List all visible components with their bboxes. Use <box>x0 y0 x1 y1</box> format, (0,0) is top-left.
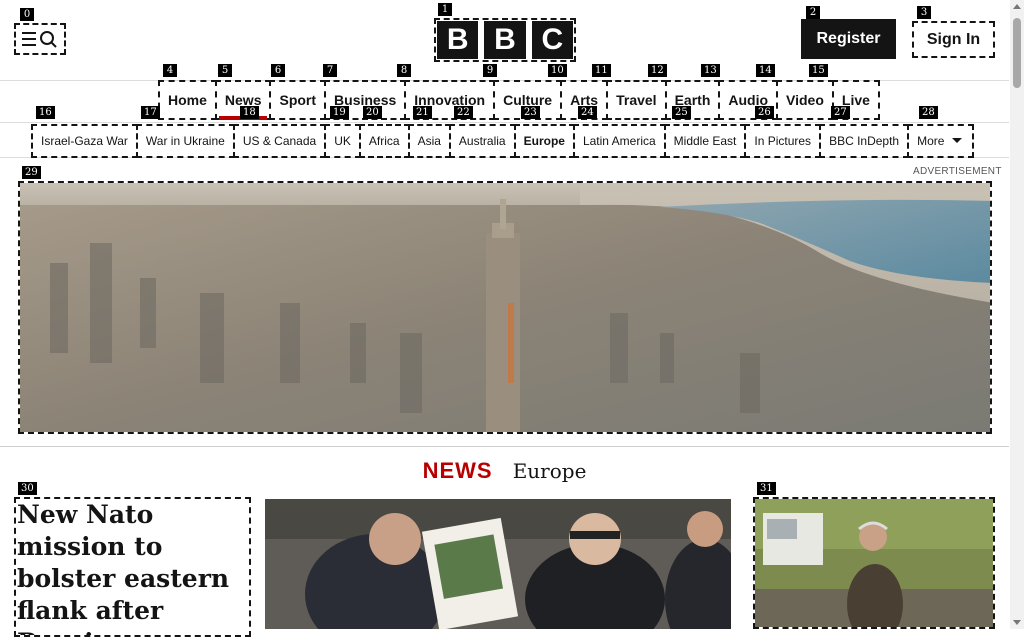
subnav-more-label: More <box>917 134 945 148</box>
subnav-us-canada[interactable]: US & Canada <box>232 124 327 158</box>
marker-badge: 9 <box>483 64 497 77</box>
scroll-down-icon[interactable] <box>1013 620 1021 625</box>
marker-badge: 14 <box>756 64 775 77</box>
marker-badge: 27 <box>831 106 850 119</box>
logo-letter-c: C <box>531 21 573 59</box>
marker-badge: 29 <box>22 166 41 179</box>
advertisement-banner[interactable] <box>18 181 992 434</box>
un-meeting-photo <box>265 499 731 629</box>
marker-badge: 30 <box>18 482 37 495</box>
subnav-europe[interactable]: Europe <box>513 124 575 158</box>
marker-badge: 25 <box>672 106 691 119</box>
marker-badge: 1 <box>438 3 452 16</box>
side-story-image[interactable] <box>753 497 995 629</box>
menu-search-button[interactable] <box>14 23 66 55</box>
marker-badge: 21 <box>413 106 432 119</box>
divider <box>0 446 1009 447</box>
marker-badge: 2 <box>806 6 820 19</box>
subnav-asia[interactable]: Asia <box>407 124 451 158</box>
nav-travel[interactable]: Travel <box>606 80 667 120</box>
section-name: Europe <box>512 459 587 483</box>
marker-badge: 28 <box>919 106 938 119</box>
nav-sport[interactable]: Sport <box>269 80 327 120</box>
advertisement-label: ADVERTISEMENT <box>913 166 1002 177</box>
subnav-australia[interactable]: Australia <box>448 124 516 158</box>
marker-badge: 26 <box>755 106 774 119</box>
sub-nav: Israel-Gaza War War in Ukraine US & Cana… <box>0 122 1009 158</box>
headline-text: New Nato mission to bolster eastern flan… <box>17 500 230 635</box>
subnav-israel-gaza-war[interactable]: Israel-Gaza War <box>31 124 138 158</box>
register-button[interactable]: Register <box>801 19 896 59</box>
marker-badge: 18 <box>240 106 259 119</box>
subnav-in-pictures[interactable]: In Pictures <box>744 124 822 158</box>
chevron-down-icon <box>952 138 963 143</box>
lead-story-image[interactable] <box>265 499 731 629</box>
marker-badge: 7 <box>323 64 337 77</box>
marker-badge: 19 <box>330 106 349 119</box>
marker-badge: 16 <box>36 106 55 119</box>
news-brand[interactable]: NEWS <box>423 458 493 483</box>
marker-badge: 8 <box>397 64 411 77</box>
subnav-bbc-indepth[interactable]: BBC InDepth <box>819 124 910 158</box>
marker-badge: 5 <box>218 64 232 77</box>
marker-badge: 6 <box>271 64 285 77</box>
scroll-up-icon[interactable] <box>1013 4 1021 9</box>
marker-badge: 22 <box>454 106 473 119</box>
marker-badge: 17 <box>141 106 160 119</box>
marker-badge: 11 <box>592 64 611 77</box>
nav-video[interactable]: Video <box>776 80 834 120</box>
subnav-latin-america[interactable]: Latin America <box>572 124 666 158</box>
marker-badge: 13 <box>701 64 720 77</box>
subnav-war-in-ukraine[interactable]: War in Ukraine <box>135 124 235 158</box>
marker-badge: 31 <box>757 482 776 495</box>
nav-home[interactable]: Home <box>158 80 217 120</box>
section-title: NEWS Europe <box>0 458 1009 484</box>
marker-badge: 3 <box>917 6 931 19</box>
man-on-bicycle-photo <box>755 499 993 627</box>
marker-badge: 12 <box>648 64 667 77</box>
marker-badge: 23 <box>521 106 540 119</box>
subnav-more[interactable]: More <box>907 124 975 158</box>
marker-badge: 24 <box>578 106 597 119</box>
sign-in-button[interactable]: Sign In <box>912 21 995 58</box>
page-scrollbar[interactable] <box>1010 0 1024 629</box>
scroll-thumb[interactable] <box>1013 18 1021 88</box>
marker-badge: 0 <box>20 8 34 21</box>
subnav-middle-east[interactable]: Middle East <box>663 124 747 158</box>
marker-badge: 15 <box>809 64 828 77</box>
logo-letter-b2: B <box>484 21 526 59</box>
menu-search-icon <box>22 31 57 48</box>
bbc-logo[interactable]: B B C <box>434 18 576 62</box>
marker-badge: 10 <box>548 64 567 77</box>
subnav-uk[interactable]: UK <box>324 124 361 158</box>
site-header: B B C Register Sign In <box>0 0 1009 81</box>
marker-badge: 4 <box>163 64 177 77</box>
city-aerial-image <box>20 183 990 432</box>
marker-badge: 20 <box>363 106 382 119</box>
subnav-africa[interactable]: Africa <box>358 124 410 158</box>
lead-story-headline[interactable]: New Nato mission to bolster eastern flan… <box>14 497 251 637</box>
logo-letter-b1: B <box>437 21 479 59</box>
